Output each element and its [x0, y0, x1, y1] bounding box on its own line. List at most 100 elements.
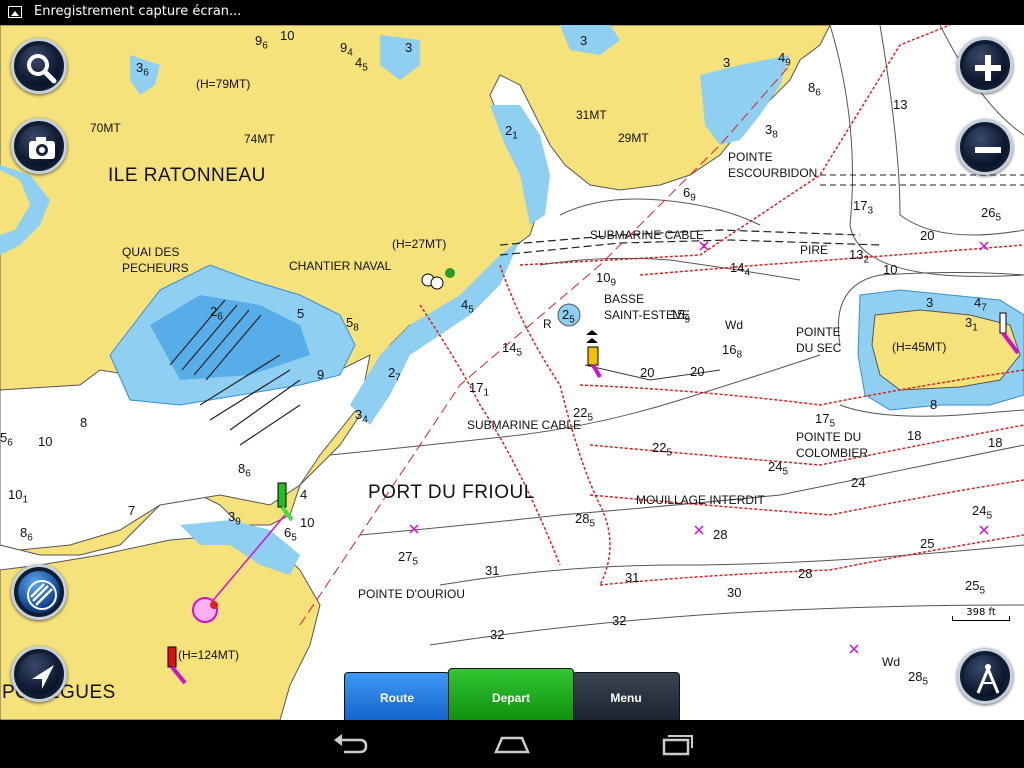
- sounding: 27: [388, 365, 401, 384]
- height-79-label: (H=79MT): [196, 77, 251, 91]
- sounding: 32: [612, 613, 627, 628]
- height-124-label: (H=124MT): [178, 648, 240, 662]
- sounding: 21: [505, 123, 518, 142]
- camera-button[interactable]: [11, 118, 67, 174]
- sounding: 69: [683, 185, 696, 204]
- sounding: 49: [778, 50, 791, 69]
- sounding: 3: [405, 40, 413, 55]
- recent-apps-icon[interactable]: [656, 732, 696, 756]
- pointe-escourbidon-label-2: ESCOURBIDON: [728, 166, 818, 180]
- sounding: 171: [469, 380, 490, 399]
- mouillage-interdit-label: MOUILLAGE INTERDIT: [636, 493, 765, 507]
- sounding: 38: [765, 122, 778, 141]
- sounding: 30: [727, 585, 742, 600]
- sounding: 8: [930, 397, 938, 412]
- pointe-ouriou-label: POINTE D'OURIOU: [358, 587, 465, 601]
- rock-label: R: [543, 317, 552, 331]
- sounding: 58: [346, 315, 359, 334]
- sounding: 225: [652, 440, 673, 459]
- navigation-arrow-icon: [32, 665, 54, 689]
- sounding: 32: [490, 627, 505, 642]
- elevation-70-label: 70MT: [90, 121, 121, 135]
- chantier-naval-label: CHANTIER NAVAL: [289, 259, 392, 273]
- measure-button[interactable]: [957, 648, 1013, 704]
- sounding: 168: [722, 342, 743, 361]
- sounding: 28: [713, 527, 728, 542]
- system-navigation-bar: [0, 720, 1024, 768]
- marina-service-marker: [445, 268, 455, 278]
- chart-layers-button[interactable]: [11, 564, 67, 620]
- ile-ratonneau-label: ILE RATONNEAU: [108, 165, 266, 186]
- sounding: 159: [670, 307, 691, 326]
- sounding: 265: [981, 205, 1002, 224]
- zoom-out-button[interactable]: [957, 119, 1013, 175]
- sounding: 175: [815, 411, 836, 430]
- height-27-label: (H=27MT): [392, 237, 447, 251]
- home-icon[interactable]: [492, 732, 532, 756]
- sounding: 20: [920, 228, 935, 243]
- status-bar: Enregistrement capture écran...: [0, 0, 1024, 25]
- sounding: 25: [562, 307, 575, 326]
- sounding: 225: [573, 405, 594, 424]
- sounding: 285: [908, 669, 929, 688]
- pointe-colombier-label-1: POINTE DU: [796, 430, 862, 444]
- sounding: 86: [20, 525, 33, 544]
- sounding: 10: [280, 28, 295, 43]
- sounding: 86: [808, 80, 821, 99]
- back-icon[interactable]: [330, 732, 370, 756]
- sounding: 173: [853, 198, 874, 217]
- sounding: 25: [920, 536, 935, 551]
- sounding: 13: [893, 97, 908, 112]
- sounding: 18: [907, 428, 922, 443]
- submarine-cable-label-1: SUBMARINE CABLE: [590, 228, 705, 242]
- quai-label-1: QUAI DES: [122, 245, 180, 259]
- sounding: 86: [238, 461, 251, 480]
- sounding: 45: [355, 55, 368, 74]
- height-45-label: (H=45MT): [892, 340, 947, 354]
- sounding: 28: [798, 566, 813, 581]
- minus-icon: [975, 147, 1001, 153]
- zoom-in-button[interactable]: [957, 37, 1013, 93]
- sounding: 5: [297, 306, 305, 321]
- sounding: 45: [461, 297, 474, 316]
- weed-label-2: Wd: [882, 655, 900, 669]
- sounding: 144: [730, 260, 751, 279]
- elevation-31-label: 31MT: [576, 108, 607, 122]
- submarine-cable-label-2: SUBMARINE CABLE: [467, 418, 582, 432]
- sounding: 94: [340, 40, 353, 59]
- sounding: 285: [575, 511, 596, 530]
- sounding: 36: [136, 60, 149, 79]
- elevation-29-label: 29MT: [618, 131, 649, 145]
- sounding: 56: [0, 430, 13, 449]
- weed-label-1: Wd: [725, 318, 743, 332]
- sounding: 31: [485, 563, 500, 578]
- sounding: 132: [849, 247, 870, 266]
- search-button[interactable]: [11, 38, 67, 94]
- pointe-escourbidon-label-1: POINTE: [728, 150, 773, 164]
- depart-button[interactable]: Depart: [448, 668, 574, 720]
- sounding: 9: [317, 367, 325, 382]
- sounding: 31: [965, 315, 978, 334]
- pire-label: PIRE: [800, 243, 829, 257]
- screenshot-notification-icon: [8, 6, 22, 18]
- quai-label-2: PECHEURS: [122, 261, 189, 275]
- bottom-action-bar: Route Menu Depart: [344, 668, 680, 720]
- sounding: 10: [300, 515, 315, 530]
- sounding: 65: [284, 525, 297, 544]
- nautical-chart[interactable]: ILE RATONNEAU QUAI DES PECHEURS CHANTIER…: [0, 25, 1024, 720]
- route-button[interactable]: Route: [344, 672, 450, 720]
- sounding: 31: [625, 570, 640, 585]
- sounding: 26: [210, 304, 223, 323]
- sounding: 96: [255, 33, 268, 52]
- plus-icon: [975, 55, 1001, 81]
- sounding: 20: [690, 364, 705, 379]
- navigate-button[interactable]: [11, 646, 67, 702]
- layers-icon: [27, 580, 57, 610]
- sounding: 245: [972, 503, 993, 522]
- sounding: 275: [398, 549, 419, 568]
- sounding: 145: [502, 340, 523, 359]
- compass-divider-icon: [976, 664, 1000, 694]
- sounding: 10: [38, 434, 53, 449]
- sounding: 34: [355, 407, 368, 426]
- menu-button[interactable]: Menu: [572, 672, 680, 720]
